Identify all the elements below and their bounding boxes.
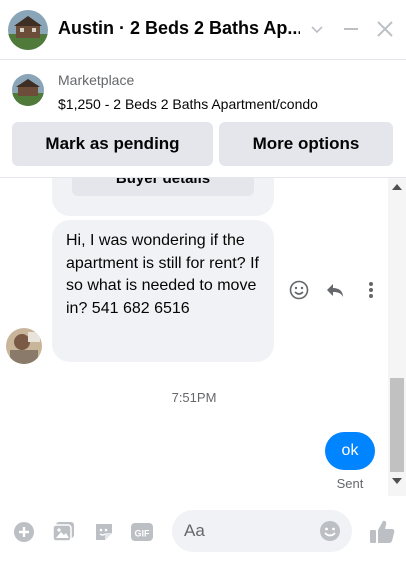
svg-text:GIF: GIF bbox=[135, 529, 151, 539]
buyer-details-button[interactable]: Buyer details bbox=[72, 178, 254, 196]
gif-icon[interactable]: GIF bbox=[130, 520, 154, 544]
previous-message-card: Buyer details bbox=[52, 178, 274, 216]
marketplace-banner: Marketplace $1,250 - 2 Beds 2 Baths Apar… bbox=[0, 60, 406, 178]
listing-thumbnail[interactable] bbox=[8, 10, 48, 50]
close-icon[interactable] bbox=[374, 18, 396, 40]
emoji-icon[interactable] bbox=[318, 519, 342, 543]
listing-summary[interactable]: $1,250 - 2 Beds 2 Baths Apartment/condo bbox=[58, 96, 318, 112]
mark-as-pending-button[interactable]: Mark as pending bbox=[12, 122, 213, 166]
message-list[interactable]: Buyer details Hi, I was wondering if the… bbox=[0, 178, 388, 496]
more-options-button[interactable]: More options bbox=[219, 122, 393, 166]
marketplace-label: Marketplace bbox=[58, 72, 135, 88]
message-timestamp: 7:51PM bbox=[171, 390, 217, 405]
outgoing-message[interactable]: ok bbox=[325, 432, 375, 470]
minimize-icon[interactable] bbox=[340, 18, 362, 40]
message-composer: GIF Aa bbox=[0, 496, 406, 566]
scroll-down-arrow-icon[interactable] bbox=[392, 478, 402, 484]
more-vertical-icon[interactable] bbox=[358, 278, 384, 302]
chevron-down-icon[interactable] bbox=[306, 18, 328, 40]
chat-header: Austin · 2 Beds 2 Baths Ap... bbox=[0, 0, 406, 60]
message-actions bbox=[286, 278, 388, 302]
scroll-up-arrow-icon[interactable] bbox=[392, 184, 402, 190]
add-icon[interactable] bbox=[12, 520, 36, 544]
sent-status: Sent bbox=[336, 476, 364, 491]
like-icon[interactable] bbox=[368, 518, 396, 546]
react-emoji-icon[interactable] bbox=[286, 278, 312, 302]
reply-icon[interactable] bbox=[322, 278, 348, 302]
incoming-message[interactable]: Hi, I was wondering if the apartment is … bbox=[52, 220, 274, 362]
message-input[interactable]: Aa bbox=[172, 510, 352, 552]
avatar[interactable] bbox=[6, 328, 42, 364]
listing-thumbnail-small[interactable] bbox=[12, 74, 44, 106]
message-input-placeholder: Aa bbox=[184, 521, 205, 540]
sticker-icon[interactable] bbox=[92, 520, 116, 544]
chat-title[interactable]: Austin · 2 Beds 2 Baths Ap... bbox=[58, 18, 300, 39]
buyer-details-label: Buyer details bbox=[115, 178, 211, 187]
scrollbar-thumb[interactable] bbox=[390, 378, 404, 472]
photo-icon[interactable] bbox=[52, 520, 76, 544]
scrollbar[interactable] bbox=[388, 178, 406, 496]
